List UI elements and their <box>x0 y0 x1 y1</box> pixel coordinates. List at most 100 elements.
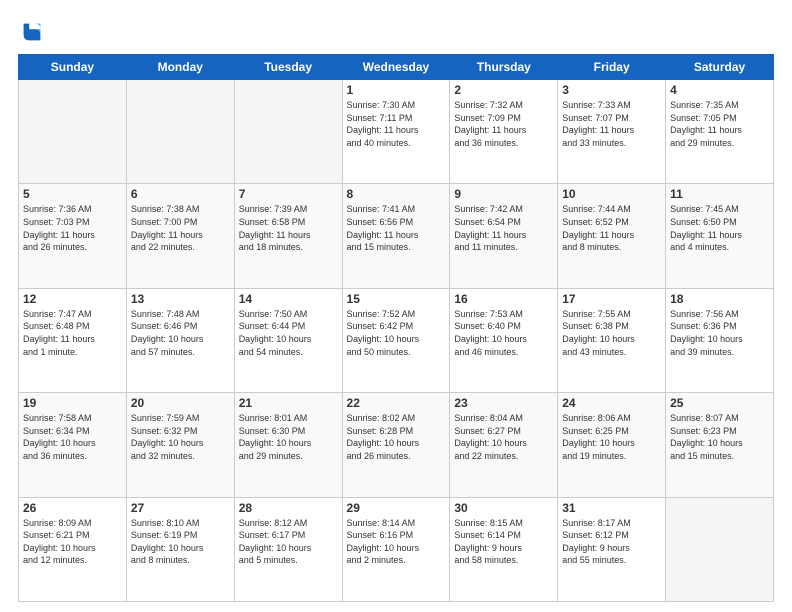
weekday-wednesday: Wednesday <box>342 55 450 80</box>
day-cell: 30 Sunrise: 8:15 AM Sunset: 6:14 PM Dayli… <box>450 497 558 601</box>
day-number: 29 <box>347 501 446 515</box>
day-number: 3 <box>562 83 661 97</box>
day-cell: 3 Sunrise: 7:33 AM Sunset: 7:07 PM Daylig… <box>558 80 666 184</box>
day-number: 27 <box>131 501 230 515</box>
logo <box>18 18 50 46</box>
day-cell: 24 Sunrise: 8:06 AM Sunset: 6:25 PM Dayli… <box>558 393 666 497</box>
day-info: Sunrise: 8:17 AM Sunset: 6:12 PM Dayligh… <box>562 517 661 567</box>
day-number: 30 <box>454 501 553 515</box>
day-info: Sunrise: 8:06 AM Sunset: 6:25 PM Dayligh… <box>562 412 661 462</box>
day-info: Sunrise: 7:42 AM Sunset: 6:54 PM Dayligh… <box>454 203 553 253</box>
weekday-sunday: Sunday <box>19 55 127 80</box>
day-cell: 1 Sunrise: 7:30 AM Sunset: 7:11 PM Daylig… <box>342 80 450 184</box>
day-info: Sunrise: 7:55 AM Sunset: 6:38 PM Dayligh… <box>562 308 661 358</box>
day-number: 9 <box>454 187 553 201</box>
day-info: Sunrise: 7:53 AM Sunset: 6:40 PM Dayligh… <box>454 308 553 358</box>
week-row-2: 5 Sunrise: 7:36 AM Sunset: 7:03 PM Daylig… <box>19 184 774 288</box>
day-info: Sunrise: 7:38 AM Sunset: 7:00 PM Dayligh… <box>131 203 230 253</box>
day-number: 26 <box>23 501 122 515</box>
day-number: 5 <box>23 187 122 201</box>
day-number: 12 <box>23 292 122 306</box>
week-row-5: 26 Sunrise: 8:09 AM Sunset: 6:21 PM Dayli… <box>19 497 774 601</box>
day-cell: 6 Sunrise: 7:38 AM Sunset: 7:00 PM Daylig… <box>126 184 234 288</box>
day-number: 19 <box>23 396 122 410</box>
day-cell: 9 Sunrise: 7:42 AM Sunset: 6:54 PM Daylig… <box>450 184 558 288</box>
day-cell: 14 Sunrise: 7:50 AM Sunset: 6:44 PM Dayli… <box>234 288 342 392</box>
day-cell: 22 Sunrise: 8:02 AM Sunset: 6:28 PM Dayli… <box>342 393 450 497</box>
day-info: Sunrise: 8:09 AM Sunset: 6:21 PM Dayligh… <box>23 517 122 567</box>
day-cell: 29 Sunrise: 8:14 AM Sunset: 6:16 PM Dayli… <box>342 497 450 601</box>
day-number: 8 <box>347 187 446 201</box>
day-info: Sunrise: 7:50 AM Sunset: 6:44 PM Dayligh… <box>239 308 338 358</box>
week-row-3: 12 Sunrise: 7:47 AM Sunset: 6:48 PM Dayli… <box>19 288 774 392</box>
day-number: 23 <box>454 396 553 410</box>
weekday-saturday: Saturday <box>666 55 774 80</box>
day-info: Sunrise: 7:45 AM Sunset: 6:50 PM Dayligh… <box>670 203 769 253</box>
day-number: 6 <box>131 187 230 201</box>
day-cell: 26 Sunrise: 8:09 AM Sunset: 6:21 PM Dayli… <box>19 497 127 601</box>
day-info: Sunrise: 8:15 AM Sunset: 6:14 PM Dayligh… <box>454 517 553 567</box>
day-info: Sunrise: 7:30 AM Sunset: 7:11 PM Dayligh… <box>347 99 446 149</box>
day-number: 18 <box>670 292 769 306</box>
day-info: Sunrise: 8:10 AM Sunset: 6:19 PM Dayligh… <box>131 517 230 567</box>
day-number: 14 <box>239 292 338 306</box>
day-info: Sunrise: 7:52 AM Sunset: 6:42 PM Dayligh… <box>347 308 446 358</box>
day-cell <box>666 497 774 601</box>
day-cell: 27 Sunrise: 8:10 AM Sunset: 6:19 PM Dayli… <box>126 497 234 601</box>
day-cell: 18 Sunrise: 7:56 AM Sunset: 6:36 PM Dayli… <box>666 288 774 392</box>
day-info: Sunrise: 8:12 AM Sunset: 6:17 PM Dayligh… <box>239 517 338 567</box>
header <box>18 18 774 46</box>
day-number: 17 <box>562 292 661 306</box>
day-info: Sunrise: 8:01 AM Sunset: 6:30 PM Dayligh… <box>239 412 338 462</box>
day-info: Sunrise: 7:59 AM Sunset: 6:32 PM Dayligh… <box>131 412 230 462</box>
day-info: Sunrise: 7:39 AM Sunset: 6:58 PM Dayligh… <box>239 203 338 253</box>
day-info: Sunrise: 8:14 AM Sunset: 6:16 PM Dayligh… <box>347 517 446 567</box>
day-cell: 31Sunrise: 8:17 AM Sunset: 6:12 PM Dayli… <box>558 497 666 601</box>
day-info: Sunrise: 7:35 AM Sunset: 7:05 PM Dayligh… <box>670 99 769 149</box>
week-row-1: 1 Sunrise: 7:30 AM Sunset: 7:11 PM Daylig… <box>19 80 774 184</box>
day-cell: 17 Sunrise: 7:55 AM Sunset: 6:38 PM Dayli… <box>558 288 666 392</box>
day-info: Sunrise: 7:48 AM Sunset: 6:46 PM Dayligh… <box>131 308 230 358</box>
day-number: 10 <box>562 187 661 201</box>
day-number: 4 <box>670 83 769 97</box>
day-number: 1 <box>347 83 446 97</box>
day-info: Sunrise: 7:33 AM Sunset: 7:07 PM Dayligh… <box>562 99 661 149</box>
day-info: Sunrise: 7:56 AM Sunset: 6:36 PM Dayligh… <box>670 308 769 358</box>
day-info: Sunrise: 7:44 AM Sunset: 6:52 PM Dayligh… <box>562 203 661 253</box>
day-cell: 11 Sunrise: 7:45 AM Sunset: 6:50 PM Dayli… <box>666 184 774 288</box>
day-cell: 12 Sunrise: 7:47 AM Sunset: 6:48 PM Dayli… <box>19 288 127 392</box>
week-row-4: 19 Sunrise: 7:58 AM Sunset: 6:34 PM Dayli… <box>19 393 774 497</box>
day-info: Sunrise: 8:07 AM Sunset: 6:23 PM Dayligh… <box>670 412 769 462</box>
page: SundayMondayTuesdayWednesdayThursdayFrid… <box>0 0 792 612</box>
day-cell: 23Sunrise: 8:04 AM Sunset: 6:27 PM Dayli… <box>450 393 558 497</box>
day-number: 24 <box>562 396 661 410</box>
day-number: 21 <box>239 396 338 410</box>
day-cell: 15 Sunrise: 7:52 AM Sunset: 6:42 PM Dayli… <box>342 288 450 392</box>
day-info: Sunrise: 7:36 AM Sunset: 7:03 PM Dayligh… <box>23 203 122 253</box>
day-number: 20 <box>131 396 230 410</box>
day-number: 7 <box>239 187 338 201</box>
day-cell: 5 Sunrise: 7:36 AM Sunset: 7:03 PM Daylig… <box>19 184 127 288</box>
weekday-friday: Friday <box>558 55 666 80</box>
day-cell <box>126 80 234 184</box>
weekday-tuesday: Tuesday <box>234 55 342 80</box>
day-cell: 20 Sunrise: 7:59 AM Sunset: 6:32 PM Dayli… <box>126 393 234 497</box>
day-number: 2 <box>454 83 553 97</box>
day-cell: 25Sunrise: 8:07 AM Sunset: 6:23 PM Dayli… <box>666 393 774 497</box>
day-number: 16 <box>454 292 553 306</box>
day-cell: 16 Sunrise: 7:53 AM Sunset: 6:40 PM Dayli… <box>450 288 558 392</box>
day-cell: 7 Sunrise: 7:39 AM Sunset: 6:58 PM Daylig… <box>234 184 342 288</box>
day-info: Sunrise: 7:58 AM Sunset: 6:34 PM Dayligh… <box>23 412 122 462</box>
day-number: 22 <box>347 396 446 410</box>
weekday-header-row: SundayMondayTuesdayWednesdayThursdayFrid… <box>19 55 774 80</box>
day-cell: 10 Sunrise: 7:44 AM Sunset: 6:52 PM Dayli… <box>558 184 666 288</box>
day-number: 28 <box>239 501 338 515</box>
day-cell: 28 Sunrise: 8:12 AM Sunset: 6:17 PM Dayli… <box>234 497 342 601</box>
day-number: 11 <box>670 187 769 201</box>
day-number: 15 <box>347 292 446 306</box>
day-info: Sunrise: 8:02 AM Sunset: 6:28 PM Dayligh… <box>347 412 446 462</box>
day-info: Sunrise: 7:32 AM Sunset: 7:09 PM Dayligh… <box>454 99 553 149</box>
day-cell: 13Sunrise: 7:48 AM Sunset: 6:46 PM Dayli… <box>126 288 234 392</box>
day-cell <box>234 80 342 184</box>
day-info: Sunrise: 7:47 AM Sunset: 6:48 PM Dayligh… <box>23 308 122 358</box>
